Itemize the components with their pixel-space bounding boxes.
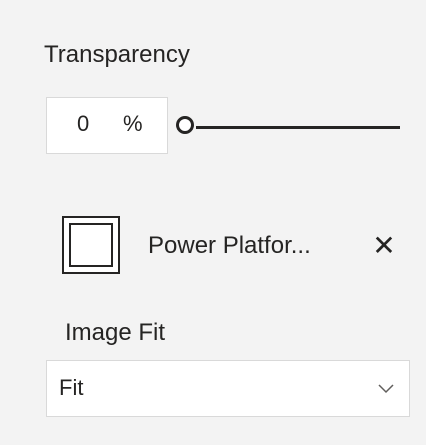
transparency-value: 0 [77,111,90,136]
close-icon[interactable]: ✕ [368,230,400,262]
image-fit-dropdown[interactable]: Fit [46,360,410,417]
format-pane: Transparency 0 % Power Platfor... ✕ Imag… [0,0,426,445]
transparency-slider[interactable] [176,114,400,140]
image-file-name: Power Platfor... [148,232,311,259]
image-fit-selected: Fit [59,375,84,400]
chevron-down-icon [378,384,394,394]
transparency-label: Transparency [44,41,190,68]
transparency-input[interactable]: 0 % [46,97,168,154]
slider-track [196,126,400,129]
image-placeholder-inner [69,223,113,267]
slider-thumb[interactable] [176,116,194,134]
image-file-row: Power Platfor... ✕ [62,216,402,282]
transparency-unit: % [123,111,143,136]
image-placeholder-icon[interactable] [62,216,120,274]
image-fit-label: Image Fit [65,319,166,346]
